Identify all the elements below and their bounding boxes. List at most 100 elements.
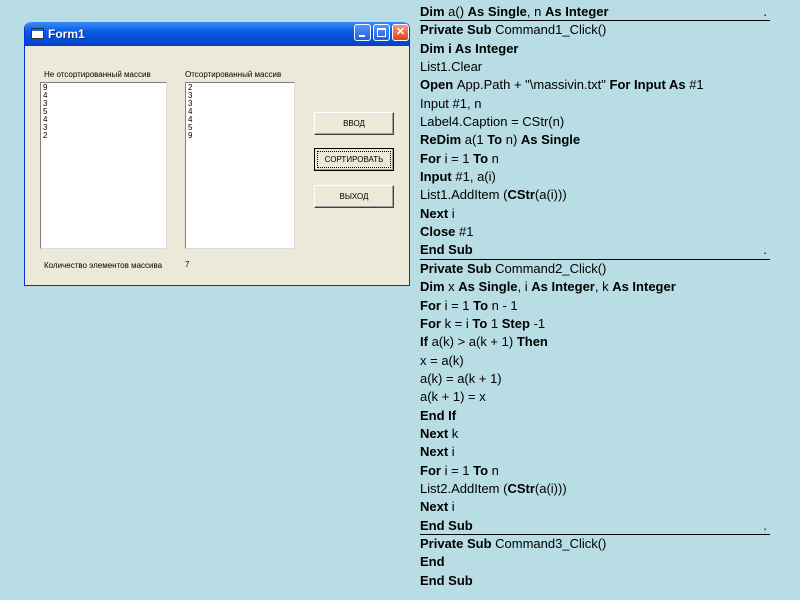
label-sorted: Отсортированный массив	[185, 70, 282, 79]
code-line: For k = i To 1 Step -1	[420, 315, 770, 333]
minimize-icon[interactable]	[354, 24, 371, 41]
code-keyword: For	[420, 297, 445, 313]
maximize-icon[interactable]	[373, 24, 390, 41]
list-item[interactable]: 4	[43, 92, 164, 100]
list-item[interactable]: 4	[43, 116, 164, 124]
code-text: Command1_Click()	[495, 22, 607, 38]
code-text: n	[491, 150, 499, 166]
code-text: Input #1, n	[420, 95, 482, 111]
code-keyword: Next	[420, 425, 452, 441]
code-text: Label4.Caption = CStr(n)	[420, 114, 565, 130]
code-keyword: As Integer	[531, 279, 595, 295]
list-item[interactable]: 3	[43, 124, 164, 132]
close-icon[interactable]: ✕	[392, 24, 409, 41]
code-line: End Sub	[420, 517, 770, 535]
code-keyword: Dim	[420, 4, 449, 19]
code-text: #1, a(i)	[455, 169, 496, 185]
code-keyword: Input	[420, 169, 456, 185]
code-text: App.Path + "\massivin.txt"	[456, 77, 610, 93]
code-keyword: Close	[420, 224, 460, 240]
label-unsorted: Не отсортированный массив	[44, 70, 151, 79]
code-text: (a(i)))	[534, 480, 567, 496]
code-text: Command2_Click()	[495, 260, 607, 276]
code-keyword: End Sub	[420, 242, 473, 258]
code-keyword: Next	[420, 444, 452, 460]
list-item[interactable]: 9	[43, 84, 164, 92]
code-line: Dim i As Integer	[420, 40, 770, 58]
code-text: i = 1	[444, 150, 474, 166]
form-window: Form1 ✕ Не отсортированный массив Отсорт…	[24, 22, 410, 286]
list-item[interactable]: 2	[43, 132, 164, 140]
list-unsorted[interactable]: 9435432	[40, 82, 167, 249]
code-keyword: Dim i As Integer	[420, 40, 519, 56]
code-text: a(k + 1) = x	[420, 389, 486, 405]
code-line: For i = 1 To n	[420, 150, 770, 168]
code-text: 1	[490, 315, 502, 331]
code-keyword: For	[420, 150, 445, 166]
code-line: List2.AddItem (CStr(a(i)))	[420, 480, 770, 498]
title-bar[interactable]: Form1 ✕	[25, 22, 409, 46]
code-text: a(1	[464, 132, 488, 148]
code-keyword: To	[472, 315, 491, 331]
code-line: Label4.Caption = CStr(n)	[420, 113, 770, 131]
code-keyword: End Sub	[420, 517, 473, 533]
code-keyword: Then	[516, 334, 548, 350]
code-keyword: End If	[420, 407, 457, 423]
code-line: List1.AddItem (CStr(a(i)))	[420, 186, 770, 204]
code-line: Dim a() As Single, n As Integer	[420, 3, 770, 22]
code-line: Dim x As Single, i As Integer, k As Inte…	[420, 278, 770, 296]
code-line: End Sub	[420, 241, 770, 260]
list-item[interactable]: 5	[188, 124, 292, 132]
list-item[interactable]: 5	[43, 108, 164, 116]
code-line: Input #1, n	[420, 95, 770, 113]
code-keyword: Dim	[420, 279, 449, 295]
code-keyword: Next	[420, 499, 452, 515]
list-sorted[interactable]: 2334459	[185, 82, 295, 249]
code-keyword: As Single	[458, 279, 518, 295]
code-keyword: To	[473, 462, 492, 478]
code-line: Private Sub Command3_Click()	[420, 535, 770, 553]
list-item[interactable]: 4	[188, 108, 292, 116]
sort-button[interactable]: СОРТИРОВАТЬ	[314, 148, 394, 171]
code-text: n)	[505, 132, 521, 148]
form-icon	[31, 28, 44, 39]
list-item[interactable]: 3	[188, 92, 292, 100]
count-value: 7	[185, 260, 190, 269]
window-title: Form1	[48, 27, 85, 41]
code-line: End	[420, 553, 770, 571]
list-item[interactable]: 9	[188, 132, 292, 140]
code-line: End Sub	[420, 572, 770, 590]
code-keyword: End	[420, 554, 445, 570]
code-line: ReDim a(1 To n) As Single	[420, 131, 770, 149]
code-text: x	[448, 279, 459, 295]
code-text: a(k) > a(k + 1)	[431, 334, 517, 350]
code-keyword: CStr	[507, 187, 535, 203]
code-text: , k	[594, 279, 613, 295]
code-text: a()	[448, 4, 468, 19]
count-label: Количество элементов массива	[44, 261, 163, 270]
code-text: -1	[533, 315, 546, 331]
code-line: End If	[420, 407, 770, 425]
code-text: #1	[689, 77, 704, 93]
code-text: n	[491, 462, 499, 478]
code-line: a(k + 1) = x	[420, 388, 770, 406]
list-item[interactable]: 3	[188, 100, 292, 108]
code-keyword: CStr	[507, 480, 535, 496]
code-text: i = 1	[444, 297, 474, 313]
list-item[interactable]: 4	[188, 116, 292, 124]
list-item[interactable]: 2	[188, 84, 292, 92]
code-keyword: To	[473, 150, 492, 166]
code-line: x = a(k)	[420, 352, 770, 370]
code-line: If a(k) > a(k + 1) Then	[420, 333, 770, 351]
list-item[interactable]: 3	[43, 100, 164, 108]
code-line: Next i	[420, 498, 770, 516]
code-keyword: ReDim	[420, 132, 465, 148]
code-text: i = 1	[444, 462, 474, 478]
code-keyword: Private Sub	[420, 535, 496, 551]
code-text: k	[451, 425, 459, 441]
code-line: Next i	[420, 205, 770, 223]
code-keyword: As Single	[467, 4, 527, 19]
input-button[interactable]: ВВОД	[314, 112, 394, 135]
code-text: List1.Clear	[420, 59, 483, 75]
exit-button[interactable]: ВЫХОД	[314, 185, 394, 208]
